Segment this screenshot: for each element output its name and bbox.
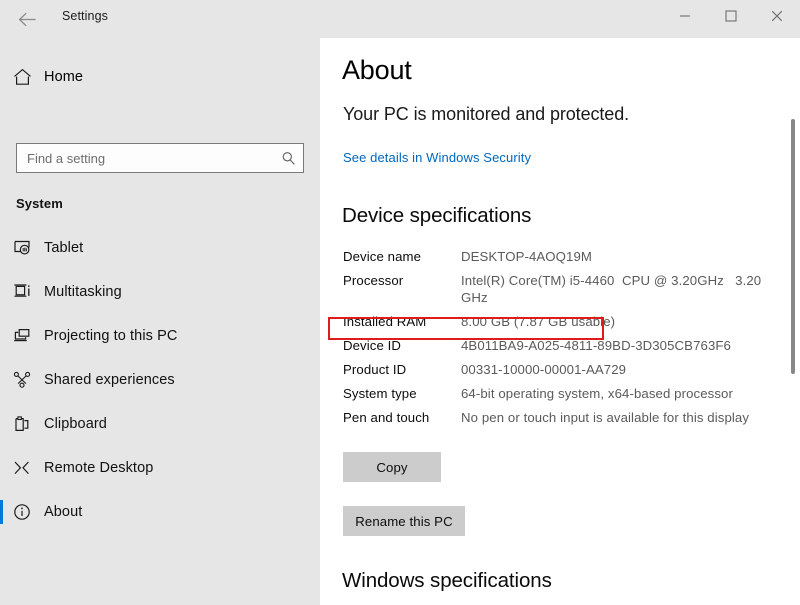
spec-value: 4B011BA9-A025-4811-89BD-3D305CB763F6 <box>461 338 731 353</box>
clipboard-icon <box>0 415 44 433</box>
minimize-button[interactable] <box>662 0 708 32</box>
title-bar-left-region <box>0 0 320 38</box>
sidebar-item-tablet-label: Tablet <box>44 240 84 256</box>
selection-accent-bar <box>0 456 3 480</box>
spec-row-installed-ram: Installed RAM 8.00 GB (7.87 GB usable) <box>343 313 791 330</box>
sidebar-item-home-label: Home <box>44 69 84 85</box>
sidebar-item-remote-desktop-label: Remote Desktop <box>44 460 154 476</box>
tablet-icon <box>0 239 44 257</box>
spec-row-device-name: Device name DESKTOP-4AOQ19M <box>343 248 791 265</box>
sidebar-group-title: System <box>16 196 63 211</box>
window-controls <box>662 0 800 32</box>
title-bar: Settings <box>0 0 800 38</box>
spec-value: DESKTOP-4AOQ19M <box>461 249 592 264</box>
app-title: Settings <box>62 9 108 23</box>
spec-key: Installed RAM <box>343 314 427 329</box>
info-icon <box>0 503 44 521</box>
spec-key: Device ID <box>343 338 402 353</box>
spec-value: No pen or touch input is available for t… <box>461 410 750 425</box>
sidebar-item-multitasking-label: Multitasking <box>44 284 122 300</box>
sidebar-item-clipboard[interactable]: Clipboard <box>0 402 320 446</box>
back-arrow-icon[interactable] <box>12 6 42 32</box>
sidebar-item-tablet[interactable]: Tablet <box>0 226 320 270</box>
spec-row-system-type: System type 64-bit operating system, x64… <box>343 385 791 402</box>
copy-button[interactable]: Copy <box>343 452 441 482</box>
content-pane: About Your PC is monitored and protected… <box>320 38 800 605</box>
selection-accent-bar <box>0 368 3 392</box>
sidebar-item-projecting-to-this-pc[interactable]: Projecting to this PC <box>0 314 320 358</box>
spec-key: Pen and touch <box>343 410 430 425</box>
shared-experiences-icon <box>0 371 44 389</box>
spec-value: Intel(R) Core(TM) i5-4460 CPU @ 3.20GHz … <box>461 273 766 305</box>
sidebar-nav: Tablet Multitasking Projecting to this P… <box>0 226 320 534</box>
spec-key: Processor <box>343 273 404 288</box>
sidebar-item-multitasking[interactable]: Multitasking <box>0 270 320 314</box>
selection-accent-bar <box>0 236 3 260</box>
security-status-text: Your PC is monitored and protected. <box>343 104 630 124</box>
selection-accent-bar <box>0 500 3 524</box>
spec-value: 64-bit operating system, x64-based proce… <box>461 386 733 401</box>
sidebar-item-projecting-to-this-pc-label: Projecting to this PC <box>44 328 178 344</box>
sidebar-item-about[interactable]: About <box>0 490 320 534</box>
search-box[interactable] <box>16 143 304 173</box>
selection-accent-bar <box>0 412 3 436</box>
projecting-icon <box>0 327 44 345</box>
device-specifications-heading: Device specifications <box>342 204 532 227</box>
sidebar-item-remote-desktop[interactable]: Remote Desktop <box>0 446 320 490</box>
spec-row-product-id: Product ID 00331-10000-00001-AA729 <box>343 361 791 378</box>
sidebar: Home System <box>0 38 320 605</box>
selection-accent-bar <box>0 324 3 348</box>
spec-row-processor: Processor Intel(R) Core(TM) i5-4460 CPU … <box>343 272 791 306</box>
home-icon <box>0 68 44 86</box>
remote-desktop-icon <box>0 459 44 477</box>
maximize-button[interactable] <box>708 0 754 32</box>
sidebar-item-about-label: About <box>44 504 83 520</box>
spec-key: Device name <box>343 249 422 264</box>
selection-accent-bar <box>0 280 3 304</box>
spec-row-device-id: Device ID 4B011BA9-A025-4811-89BD-3D305C… <box>343 337 791 354</box>
sidebar-item-shared-experiences-label: Shared experiences <box>44 372 175 388</box>
spec-row-pen-and-touch: Pen and touch No pen or touch input is a… <box>343 409 791 426</box>
close-button[interactable] <box>754 0 800 32</box>
scrollbar-thumb[interactable] <box>791 119 795 374</box>
sidebar-item-home[interactable]: Home <box>0 60 320 94</box>
spec-key: Product ID <box>343 362 407 377</box>
windows-specifications-heading: Windows specifications <box>342 569 552 592</box>
sidebar-item-shared-experiences[interactable]: Shared experiences <box>0 358 320 402</box>
device-specifications-table: Device name DESKTOP-4AOQ19M Processor In… <box>343 248 791 433</box>
spec-value: 8.00 GB (7.87 GB usable) <box>461 314 616 329</box>
multitasking-icon <box>0 283 44 301</box>
sidebar-item-clipboard-label: Clipboard <box>44 416 107 432</box>
page-title: About <box>342 55 412 85</box>
content-scrollbar[interactable] <box>786 38 800 605</box>
spec-key: System type <box>343 386 417 401</box>
spec-value: 00331-10000-00001-AA729 <box>461 362 627 377</box>
search-icon[interactable] <box>273 144 303 172</box>
settings-window: Settings Home Find a setting System Tabl… <box>0 0 800 605</box>
rename-this-pc-button[interactable]: Rename this PC <box>343 506 465 536</box>
windows-security-link[interactable]: See details in Windows Security <box>343 150 531 165</box>
search-input[interactable] <box>17 144 273 172</box>
